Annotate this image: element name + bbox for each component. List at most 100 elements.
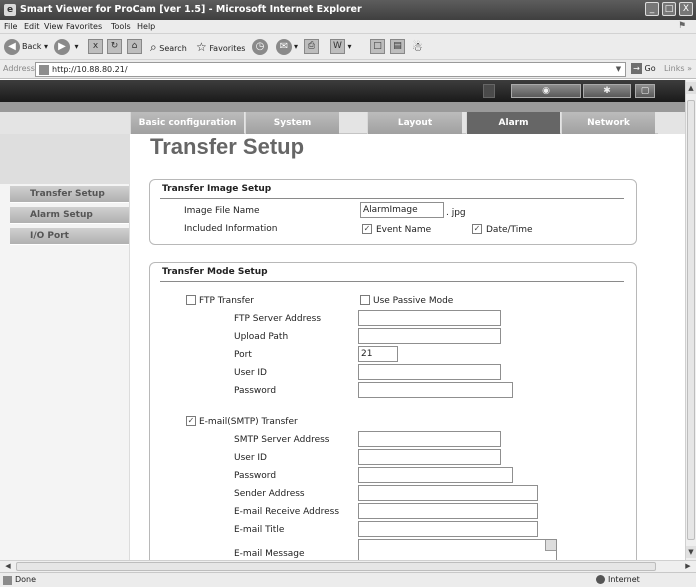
use-passive-mode-checkbox[interactable] [360,295,370,305]
textarea-scrollbar[interactable] [545,540,556,551]
sub-band [0,102,685,112]
page-done-icon [3,576,12,585]
messenger-icon: ☃ [412,40,423,54]
view-control-left [483,84,495,98]
forward-button[interactable]: ▶ ▾ [54,38,79,56]
research-icon: ▤ [390,39,405,54]
ftp-transfer-checkbox[interactable] [186,295,196,305]
menu-file[interactable]: File [4,22,17,31]
email-title-label: E-mail Title [234,525,285,535]
refresh-button[interactable]: ↻ [107,38,122,56]
scroll-right-icon[interactable]: ▶ [682,561,694,572]
menu-help[interactable]: Help [137,22,155,31]
email-message-textarea[interactable] [358,539,557,560]
exit-button[interactable]: ▢ [635,84,655,98]
tab-basic-configuration[interactable]: Basic configuration [130,112,244,134]
date-time-checkbox[interactable]: ✓ [472,224,482,234]
stop-icon: x [88,39,103,54]
menu-tools[interactable]: Tools [111,22,131,31]
section-header: Transfer Image Setup [162,184,272,194]
ftp-user-id-label: User ID [234,368,267,378]
chevron-down-icon[interactable]: ▼ [614,65,623,74]
sidebar-item-alarm-setup[interactable]: Alarm Setup [10,207,129,224]
ie-logo-icon: e [4,4,16,16]
smtp-server-address-input[interactable] [358,431,501,447]
ftp-user-id-input[interactable] [358,364,501,380]
use-passive-mode-label: Use Passive Mode [373,296,454,306]
tab-layout[interactable]: Layout [367,112,462,134]
tab-network[interactable]: Network [561,112,655,134]
live-view-button[interactable]: ◉ [511,84,581,98]
links-button[interactable]: Links » [664,64,692,73]
ftp-server-address-input[interactable] [358,310,501,326]
back-button[interactable]: ◀ Back ▾ [4,38,48,56]
globe-icon [596,575,605,584]
maximize-button[interactable]: □ [662,2,676,16]
view-controls: ◉ ✱ ▢ [483,84,655,98]
upload-path-label: Upload Path [234,332,289,342]
home-button[interactable]: ⌂ [127,38,142,56]
menu-favorites[interactable]: Favorites [66,22,102,31]
address-label: Address [3,64,35,73]
status-text: Done [15,575,37,584]
port-input[interactable]: 21 [358,346,398,362]
minimize-button[interactable]: _ [645,2,659,16]
go-button[interactable]: → Go [631,63,656,74]
menu-view[interactable]: View [44,22,63,31]
history-icon: ◷ [252,38,268,55]
favorites-button[interactable]: ☆ Favorites [196,38,245,56]
home-icon: ⌂ [127,39,142,54]
print-button[interactable]: ⎙ [304,38,319,56]
email-receive-address-input[interactable] [358,503,538,519]
windows-flag-icon: ⚑ [678,21,687,31]
research-button[interactable]: ▤ [390,38,405,56]
stop-button[interactable]: x [88,38,103,56]
status-bar: Done Internet [0,572,696,587]
vertical-scrollbar[interactable]: ▲ ▼ [685,80,696,560]
menu-edit[interactable]: Edit [24,22,40,31]
sidebar-item-transfer-setup[interactable]: Transfer Setup [10,186,129,203]
go-arrow-icon: → [631,63,642,74]
window-title: Smart Viewer for ProCam [ver 1.5] - Micr… [20,4,362,15]
vertical-scroll-thumb[interactable] [687,100,695,540]
upload-path-input[interactable] [358,328,501,344]
horizontal-scrollbar[interactable]: ◀ ▶ [0,560,696,572]
horizontal-scroll-thumb[interactable] [16,562,656,571]
scroll-left-icon[interactable]: ◀ [2,561,14,572]
history-button[interactable]: ◷ [252,38,270,56]
messenger-button[interactable]: ☃ [412,38,423,56]
address-url: http://10.88.80.21/ [52,65,128,74]
address-input[interactable]: http://10.88.80.21/ ▼ [35,62,626,77]
image-file-name-input[interactable]: AlarmImage [360,202,444,218]
ftp-password-input[interactable] [358,382,513,398]
search-button[interactable]: ⌕ Search [150,38,187,56]
page-title: Transfer Setup [150,134,305,159]
scroll-down-icon[interactable]: ▼ [686,546,696,558]
edit-button[interactable]: W ▾ [330,38,352,56]
event-name-checkbox[interactable]: ✓ [362,224,372,234]
scroll-up-icon[interactable]: ▲ [686,82,696,94]
smtp-user-id-label: User ID [234,453,267,463]
discuss-button[interactable]: □ [370,38,385,56]
tab-alarm[interactable]: Alarm [466,112,560,134]
smtp-user-id-input[interactable] [358,449,501,465]
smtp-password-input[interactable] [358,467,513,483]
mail-button[interactable]: ✉ ▾ [276,38,298,56]
sidebar-header [0,134,130,184]
sender-address-input[interactable] [358,485,538,501]
ftp-server-address-label: FTP Server Address [234,314,322,324]
transfer-image-setup-section: Transfer Image Setup Image File Name Ala… [149,179,637,245]
setup-button[interactable]: ✱ [583,84,631,98]
event-name-label: Event Name [376,225,432,235]
email-title-input[interactable] [358,521,538,537]
close-button[interactable]: X [679,2,693,16]
tab-system[interactable]: System [245,112,339,134]
search-icon: ⌕ [150,40,157,54]
ftp-password-label: Password [234,386,277,396]
print-icon: ⎙ [304,39,319,54]
browser-toolbar: ◀ Back ▾ ▶ ▾ x ↻ ⌂ ⌕ Search ☆ Favorites ◷… [0,34,696,60]
sidebar-item-io-port[interactable]: I/O Port [10,228,129,245]
image-file-name-label: Image File Name [184,206,260,216]
included-information-label: Included Information [184,224,278,234]
smtp-transfer-checkbox[interactable]: ✓ [186,416,196,426]
